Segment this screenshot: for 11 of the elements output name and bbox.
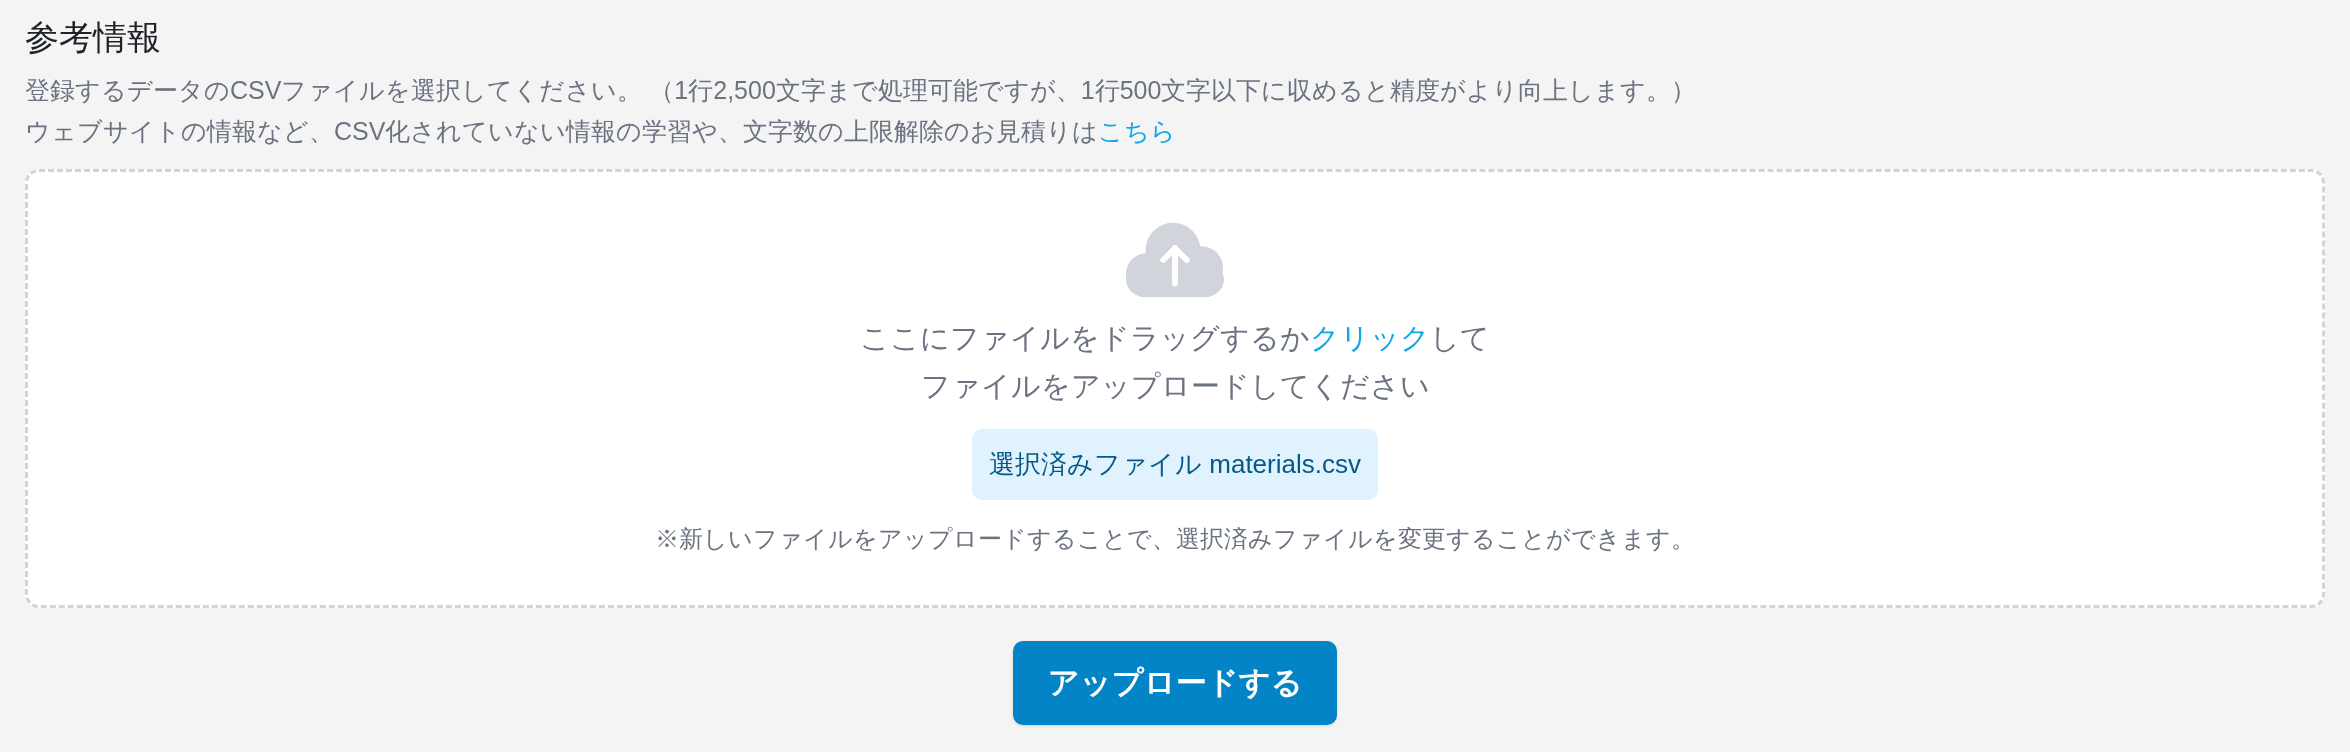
selected-file-badge: 選択済みファイル materials.csv [972,429,1378,500]
section-title: 参考情報 [25,17,161,58]
text-link[interactable]: こちら [1098,117,1177,145]
description-text: 登録するデータのCSVファイルを選択してください。 （1行2,500文字まで処理可能ですが、1行500文字以下に収めると精度がより向上します。） [25,75,1697,106]
note-text: ※新しいファイルをアップロードすることで、選択済みファイルを変更することができます。 [655,524,1695,554]
cloud-upload-icon [1126,222,1224,298]
upload-button[interactable]: アップロードする [1013,641,1337,725]
click-link[interactable]: クリック [1310,322,1430,354]
upload-prompt: ここにファイルをドラッグするかクリック して ファイルをアップロードしてください [860,321,1490,404]
description-text: ウェブサイトの情報など、CSV化されていない情報の学習や、文字数の上限解除のお見積りは こちら [25,116,1177,147]
file-drop-zone[interactable]: ここにファイルをドラッグするかクリック して ファイルをアップロードしてください 選択済みファイル materials.csv ※新しいファイルをアップロードすることで、選択済みファイルを変更することができます。 [25,169,2325,608]
